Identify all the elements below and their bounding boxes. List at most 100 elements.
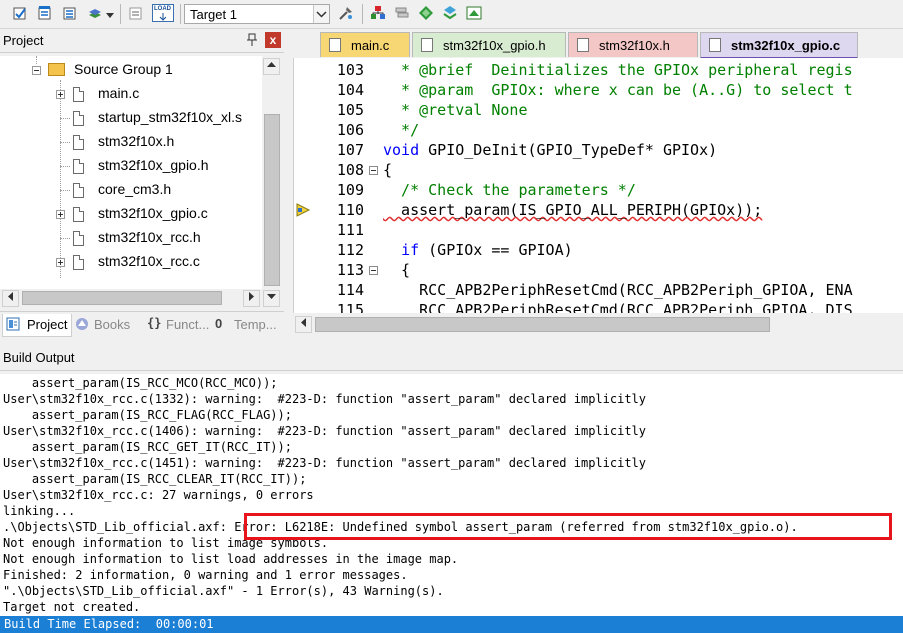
build-output-line[interactable]: User\stm32f10x_rcc.c(1406): warning: #22… (3, 423, 646, 439)
code-line[interactable]: 113 { (294, 260, 903, 280)
collapse-icon[interactable] (32, 66, 41, 75)
code-text: { (383, 260, 410, 280)
editor-tab[interactable]: stm32f10x_gpio.h (412, 32, 566, 57)
scroll-left-icon[interactable] (295, 316, 312, 333)
tab-project[interactable]: Project (2, 314, 72, 337)
target-select[interactable]: Target 1 (184, 4, 330, 24)
pin-icon[interactable] (246, 33, 258, 47)
code-line[interactable]: 109 /* Check the parameters */ (294, 180, 903, 200)
code-line[interactable]: 107 void GPIO_DeInit(GPIO_TypeDef* GPIOx) (294, 140, 903, 160)
expand-icon[interactable] (56, 210, 65, 219)
rebuild-icon[interactable] (62, 5, 78, 21)
editor-tab[interactable]: stm32f10x_gpio.c (700, 32, 858, 59)
code-line[interactable]: 115 RCC_APB2PeriphResetCmd(RCC_APB2Perip… (294, 300, 903, 313)
scroll-thumb[interactable] (315, 317, 770, 332)
tab-functions[interactable]: {} Funct... (144, 314, 210, 336)
scroll-thumb[interactable] (22, 291, 222, 305)
expand-icon[interactable] (56, 258, 65, 267)
build-output-line[interactable]: Target not created. (3, 599, 140, 615)
dropdown-icon[interactable] (106, 8, 114, 18)
build-output-line[interactable]: ".\Objects\STD_Lib_official.axf" - 1 Err… (3, 583, 444, 599)
build-output-line[interactable]: User\stm32f10x_rcc.c: 27 warnings, 0 err… (3, 487, 314, 503)
scroll-right-icon[interactable] (243, 290, 260, 307)
code-line[interactable]: 112 if (GPIOx == GPIOA) (294, 240, 903, 260)
stop-build-icon[interactable] (128, 5, 144, 21)
code-line[interactable]: 114 RCC_APB2PeriphResetCmd(RCC_APB2Perip… (294, 280, 903, 300)
build-output-log[interactable]: assert_param(IS_RCC_MCO(RCC_MCO)); User\s… (0, 374, 903, 616)
project-tree-hscroll[interactable] (0, 289, 282, 307)
tab-label: Funct... (166, 317, 210, 332)
code-line[interactable]: 111 (294, 220, 903, 240)
select-packs-icon[interactable] (442, 5, 458, 21)
code-line[interactable]: 105 * @retval None (294, 100, 903, 120)
build-output-header: Build Output (0, 346, 903, 371)
build-output-line[interactable]: assert_param(IS_RCC_GET_IT(RCC_IT)); (3, 439, 292, 455)
code-editor[interactable]: 103 * @brief Deinitializes the GPIOx per… (293, 58, 903, 313)
build-output-line[interactable]: User\stm32f10x_rcc.c(1451): warning: #22… (3, 455, 646, 471)
tree-file-label: stm32f10x_rcc.c (98, 253, 200, 269)
manage-books-icon[interactable] (394, 5, 410, 21)
pack-installer-icon[interactable] (466, 5, 482, 21)
code-text: /* Check the parameters */ (383, 180, 636, 200)
build-output-line[interactable]: assert_param(IS_RCC_FLAG(RCC_FLAG)); (3, 407, 292, 423)
code-token: assert_param(IS_GPIO_ALL_PERIPH(GPIOx)); (383, 201, 763, 219)
translate-icon[interactable] (12, 5, 28, 21)
code-token: /* Check the parameters */ (383, 181, 636, 199)
tree-file-item[interactable]: startup_stm32f10x_xl.s (0, 108, 262, 130)
templates-icon: 0 (215, 316, 223, 331)
code-token: */ (383, 121, 420, 139)
tree-file-item[interactable]: core_cm3.h (0, 180, 262, 202)
manage-components-icon[interactable] (418, 5, 434, 21)
scroll-up-icon[interactable] (263, 58, 280, 75)
toolbar-separator (362, 4, 363, 24)
file-icon (577, 38, 589, 52)
file-icon (73, 231, 84, 246)
build-icon[interactable] (37, 5, 53, 21)
line-number: 115 (336, 301, 364, 313)
line-number: 106 (336, 121, 364, 139)
tree-file-item[interactable]: stm32f10x_gpio.h (0, 156, 262, 178)
build-output-line[interactable]: assert_param(IS_RCC_MCO(RCC_MCO)); (3, 375, 278, 391)
close-icon[interactable]: x (265, 32, 281, 48)
build-output-line[interactable]: Finished: 2 information, 0 warning and 1… (3, 567, 408, 583)
tree-file-item[interactable]: stm32f10x.h (0, 132, 262, 154)
target-options-icon[interactable] (338, 5, 354, 21)
editor-tab-label: stm32f10x_gpio.c (731, 38, 841, 53)
scroll-down-icon[interactable] (263, 290, 280, 307)
tree-file-label: stm32f10x_gpio.h (98, 157, 209, 173)
fold-collapse-icon[interactable] (369, 266, 378, 275)
code-line[interactable]: 104 * @param GPIOx: where x can be (A..G… (294, 80, 903, 100)
code-line[interactable]: 103 * @brief Deinitializes the GPIOx per… (294, 60, 903, 80)
target-select-value: Target 1 (190, 7, 237, 22)
download-icon[interactable]: LOAD (152, 4, 174, 22)
fold-collapse-icon[interactable] (369, 166, 378, 175)
build-output-line[interactable]: assert_param(IS_RCC_CLEAR_IT(RCC_IT)); (3, 471, 307, 487)
tree-line (60, 118, 70, 119)
code-line[interactable]: 110 assert_param(IS_GPIO_ALL_PERIPH(GPIO… (294, 200, 903, 220)
build-output-line[interactable]: User\stm32f10x_rcc.c(1332): warning: #22… (3, 391, 646, 407)
editor-tab[interactable]: stm32f10x.h (568, 32, 698, 57)
tree-file-item[interactable]: stm32f10x_gpio.c (0, 204, 262, 226)
expand-icon[interactable] (56, 90, 65, 99)
project-panel-header: Project x (0, 30, 284, 53)
scroll-left-icon[interactable] (2, 290, 19, 307)
build-output-line[interactable]: linking... (3, 503, 75, 519)
project-tree-vscroll[interactable] (262, 56, 282, 289)
editor-tab[interactable]: main.c (320, 32, 410, 57)
tree-file-item[interactable]: main.c (0, 84, 262, 106)
scroll-thumb[interactable] (264, 114, 280, 286)
tab-templates[interactable]: 0 Temp... (212, 314, 282, 336)
code-line[interactable]: 106 */ (294, 120, 903, 140)
books-icon (76, 318, 88, 330)
editor-hscroll[interactable] (293, 313, 903, 337)
tree-group-source-group-1[interactable]: Source Group 1 (0, 60, 262, 82)
tab-books[interactable]: Books (72, 314, 142, 336)
batch-build-icon[interactable] (87, 5, 103, 21)
chevron-down-icon[interactable] (313, 5, 329, 23)
code-line[interactable]: 108 { (294, 160, 903, 180)
build-output-line[interactable]: Not enough information to list load addr… (3, 551, 458, 567)
tree-file-item[interactable]: stm32f10x_rcc.h (0, 228, 262, 250)
manage-project-icon[interactable] (370, 5, 386, 21)
tree-file-item[interactable]: stm32f10x_rcc.c (0, 252, 262, 274)
file-icon (73, 255, 84, 270)
